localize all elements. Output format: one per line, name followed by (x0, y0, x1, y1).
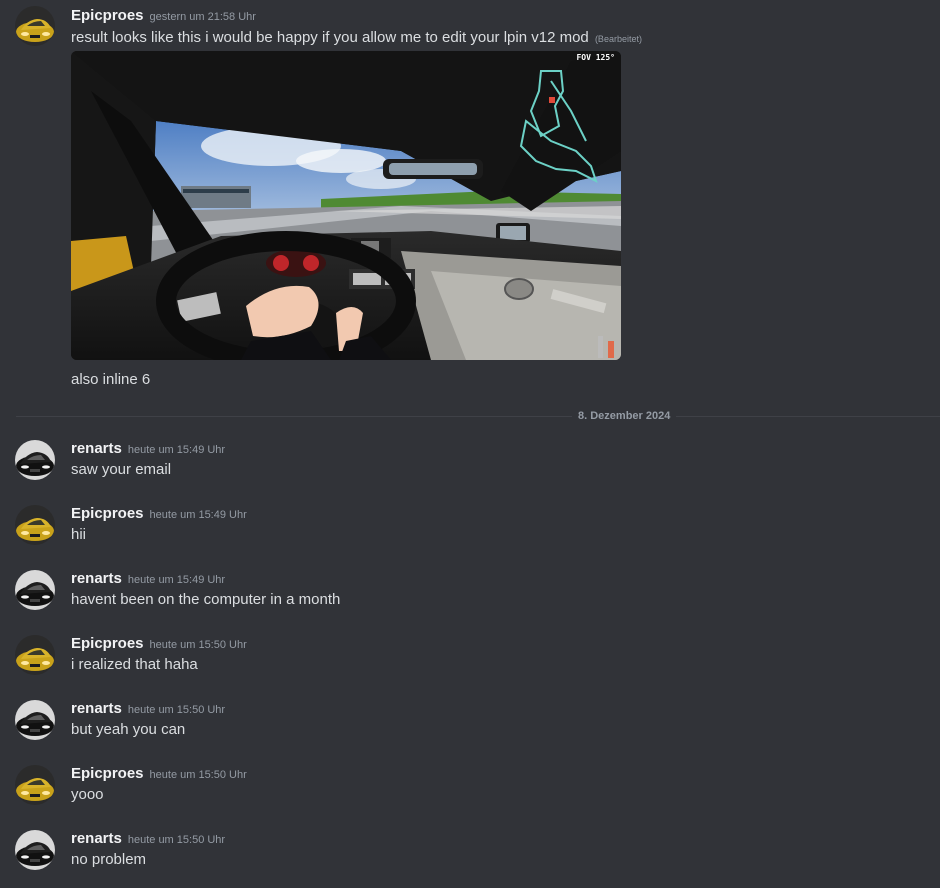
message-text: no problem (71, 851, 147, 868)
date-divider (16, 416, 940, 417)
message-text: but yeah you can (71, 721, 186, 738)
message-text: hii (71, 526, 87, 543)
message-text: yooo (71, 786, 104, 803)
date-divider-label: 8. Dezember 2024 (572, 410, 677, 422)
timestamp[interactable]: heute um 15:49 Uhr (128, 574, 225, 586)
black-car-avatar[interactable] (15, 700, 55, 740)
author-name[interactable]: renarts (71, 700, 122, 717)
timestamp[interactable]: heute um 15:50 Uhr (150, 769, 247, 781)
black-car-avatar[interactable] (15, 830, 55, 870)
timestamp[interactable]: heute um 15:49 Uhr (128, 444, 225, 456)
author-name[interactable]: Epicproes (71, 7, 144, 24)
timestamp[interactable]: heute um 15:49 Uhr (150, 509, 247, 521)
author-name[interactable]: renarts (71, 830, 122, 847)
timestamp[interactable]: heute um 15:50 Uhr (150, 639, 247, 651)
author-name[interactable]: Epicproes (71, 505, 144, 522)
timestamp[interactable]: heute um 15:50 Uhr (128, 704, 225, 716)
black-car-avatar[interactable] (15, 570, 55, 610)
timestamp[interactable]: gestern um 21:58 Uhr (150, 11, 256, 23)
message-text: havent been on the computer in a month (71, 591, 341, 608)
yellow-car-avatar[interactable] (15, 635, 55, 675)
yellow-car-avatar[interactable] (15, 765, 55, 805)
cockpit-screenshot (71, 51, 621, 360)
author-name[interactable]: renarts (71, 440, 122, 457)
timestamp[interactable]: heute um 15:50 Uhr (128, 834, 225, 846)
message-text: saw your email (71, 461, 172, 478)
chat-log: Epicproes gestern um 21:58 Uhr result loo… (0, 0, 940, 888)
author-name[interactable]: Epicproes (71, 765, 144, 782)
message-text-followup: also inline 6 (71, 371, 151, 388)
message-text: i realized that haha (71, 656, 198, 673)
edited-label: (Bearbeitet) (594, 34, 642, 44)
yellow-car-avatar[interactable] (15, 6, 55, 46)
message-text: result looks like this i would be happy … (71, 29, 642, 46)
yellow-car-avatar[interactable] (15, 505, 55, 545)
black-car-avatar[interactable] (15, 440, 55, 480)
fov-overlay: FOV 125° (576, 53, 615, 62)
image-attachment[interactable]: FOV 125° (71, 51, 621, 360)
author-name[interactable]: Epicproes (71, 635, 144, 652)
author-name[interactable]: renarts (71, 570, 122, 587)
message-body: result looks like this i would be happy … (71, 29, 589, 46)
